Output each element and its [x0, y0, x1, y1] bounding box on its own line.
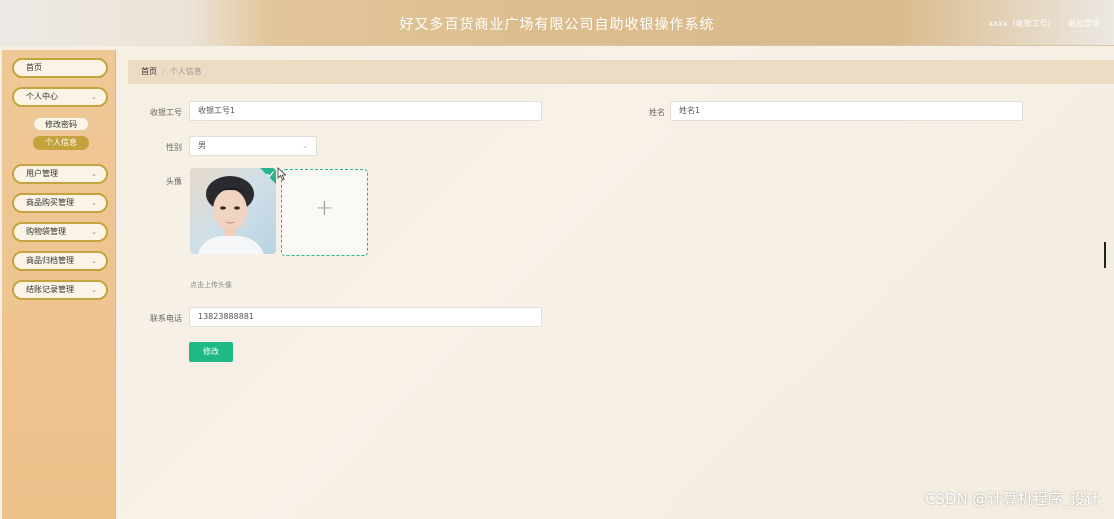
gender-select[interactable]: 男 ⌄	[189, 136, 317, 156]
plus-icon: +	[315, 196, 334, 221]
sidebar-item-label: 商品购买管理	[26, 198, 74, 207]
phone-value: 13823888881	[198, 312, 254, 321]
cashier-id-value: 收银工号1	[198, 106, 236, 115]
chevron-down-icon: ⌄	[302, 142, 308, 150]
sidebar-subitem-change-password[interactable]: 修改密码	[33, 117, 89, 131]
header-user-area: xxxx（收银工号） 退出登录	[979, 18, 1100, 29]
sidebar-subitem-label: 个人信息	[45, 138, 77, 147]
logout-link[interactable]: 退出登录	[1068, 19, 1100, 28]
breadcrumb-current: 个人信息	[169, 67, 202, 76]
mouse-cursor-icon	[277, 167, 287, 181]
gender-label: 性别	[166, 143, 182, 152]
phone-label: 联系电话	[150, 314, 182, 323]
sidebar-subitem-label: 修改密码	[45, 120, 77, 129]
sidebar-item-checkout-records[interactable]: 结账记录管理 ⌄	[12, 280, 108, 300]
name-value: 姓名1	[679, 106, 701, 115]
chevron-down-icon: ⌄	[91, 228, 97, 236]
sidebar-item-label: 商品归档管理	[26, 256, 74, 265]
chevron-down-icon: ⌄	[91, 286, 97, 294]
chevron-down-icon: ⌄	[91, 199, 97, 207]
gender-value: 男	[198, 141, 206, 150]
modify-button-label: 修改	[203, 347, 219, 356]
breadcrumb-home[interactable]: 首页	[141, 67, 157, 76]
chevron-down-icon: ⌄	[91, 257, 97, 265]
sidebar-item-user-management[interactable]: 用户管理 ⌄	[12, 164, 108, 184]
sidebar-item-purchase-management[interactable]: 商品购买管理 ⌄	[12, 193, 108, 213]
avatar-upload-button[interactable]: +	[281, 169, 368, 256]
sidebar-item-label: 个人中心	[26, 92, 58, 101]
cashier-id-label: 收银工号	[150, 108, 182, 117]
modify-button[interactable]: 修改	[189, 342, 233, 362]
sidebar-item-personal-center[interactable]: 个人中心 ⌄	[12, 87, 108, 107]
current-user-label: xxxx（收银工号）	[988, 19, 1056, 28]
avatar-image[interactable]	[190, 168, 276, 254]
breadcrumb: 首页 / 个人信息	[128, 60, 1114, 84]
sidebar-item-label: 首页	[26, 63, 42, 72]
top-header: 好又多百货商业广场有限公司自助收银操作系统 xxxx（收银工号） 退出登录	[0, 0, 1114, 46]
upload-hint: 点击上传头像	[190, 281, 232, 289]
system-title: 好又多百货商业广场有限公司自助收银操作系统	[399, 17, 715, 33]
sidebar-item-label: 结账记录管理	[26, 285, 74, 294]
name-label: 姓名	[649, 108, 665, 117]
sidebar-item-label: 用户管理	[26, 169, 58, 178]
sidebar-subitem-personal-info[interactable]: 个人信息	[33, 136, 89, 150]
sidebar-item-home[interactable]: 首页	[12, 58, 108, 78]
avatar-label: 头像	[166, 177, 182, 186]
scroll-edge-marker	[1104, 242, 1106, 268]
avatar-photo	[190, 168, 276, 254]
name-input[interactable]: 姓名1	[670, 101, 1023, 121]
breadcrumb-separator: /	[162, 67, 165, 76]
chevron-down-icon: ⌄	[91, 93, 97, 101]
cashier-id-input[interactable]: 收银工号1	[189, 101, 542, 121]
sidebar: 首页 个人中心 ⌄ 修改密码 个人信息 用户管理 ⌄ 商品购买管理 ⌄ 购物袋管…	[2, 50, 116, 519]
csdn-watermark: CSDN @计算机程序_设计	[924, 490, 1100, 508]
sidebar-item-archive-management[interactable]: 商品归档管理 ⌄	[12, 251, 108, 271]
sidebar-item-label: 购物袋管理	[26, 227, 66, 236]
sidebar-item-bag-management[interactable]: 购物袋管理 ⌄	[12, 222, 108, 242]
chevron-down-icon: ⌄	[91, 170, 97, 178]
phone-input[interactable]: 13823888881	[189, 307, 542, 327]
